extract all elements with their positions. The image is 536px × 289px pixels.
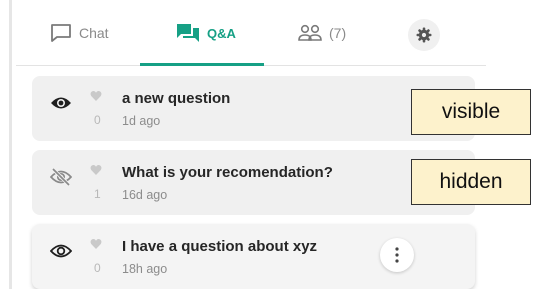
question-timestamp: 18h ago bbox=[122, 262, 168, 276]
more-options-button[interactable] bbox=[380, 238, 414, 272]
vertical-dots-icon bbox=[395, 247, 399, 263]
eye-slash-icon[interactable] bbox=[50, 168, 72, 186]
tab-qa[interactable]: Q&A bbox=[176, 0, 236, 66]
like-count: 1 bbox=[94, 187, 101, 201]
chat-bubble-icon bbox=[51, 24, 71, 42]
tab-bar: Chat Q&A (7) bbox=[16, 0, 486, 66]
question-title: What is your recomendation? bbox=[122, 164, 333, 181]
visible-callout: visible bbox=[411, 89, 531, 135]
people-icon bbox=[298, 24, 322, 41]
question-card[interactable]: 0 a new question 1d ago bbox=[32, 76, 475, 141]
like-count: 0 bbox=[94, 113, 101, 127]
qa-bubbles-icon bbox=[177, 24, 199, 42]
gear-icon bbox=[416, 27, 432, 43]
heart-icon[interactable] bbox=[90, 90, 102, 102]
question-card[interactable]: 0 I have a question about xyz 18h ago bbox=[32, 224, 475, 289]
settings-button[interactable] bbox=[408, 19, 440, 51]
question-card[interactable]: 1 What is your recomendation? 16d ago bbox=[32, 150, 475, 215]
eye-icon[interactable] bbox=[50, 94, 72, 112]
eye-outline-icon[interactable] bbox=[50, 242, 72, 260]
active-tab-indicator bbox=[140, 63, 264, 66]
left-rail bbox=[0, 0, 12, 289]
heart-icon[interactable] bbox=[90, 238, 102, 250]
question-timestamp: 1d ago bbox=[122, 114, 161, 128]
hidden-callout: hidden bbox=[411, 159, 531, 205]
question-title: I have a question about xyz bbox=[122, 238, 318, 255]
tab-qa-label: Q&A bbox=[207, 25, 236, 41]
heart-icon[interactable] bbox=[90, 164, 102, 176]
tab-participants[interactable]: (7) bbox=[298, 0, 346, 66]
question-title: a new question bbox=[122, 90, 231, 107]
like-count: 0 bbox=[94, 261, 101, 275]
question-timestamp: 16d ago bbox=[122, 188, 168, 202]
tab-chat-label: Chat bbox=[79, 25, 109, 41]
tab-chat[interactable]: Chat bbox=[50, 0, 109, 66]
tab-participants-count: (7) bbox=[329, 25, 347, 41]
